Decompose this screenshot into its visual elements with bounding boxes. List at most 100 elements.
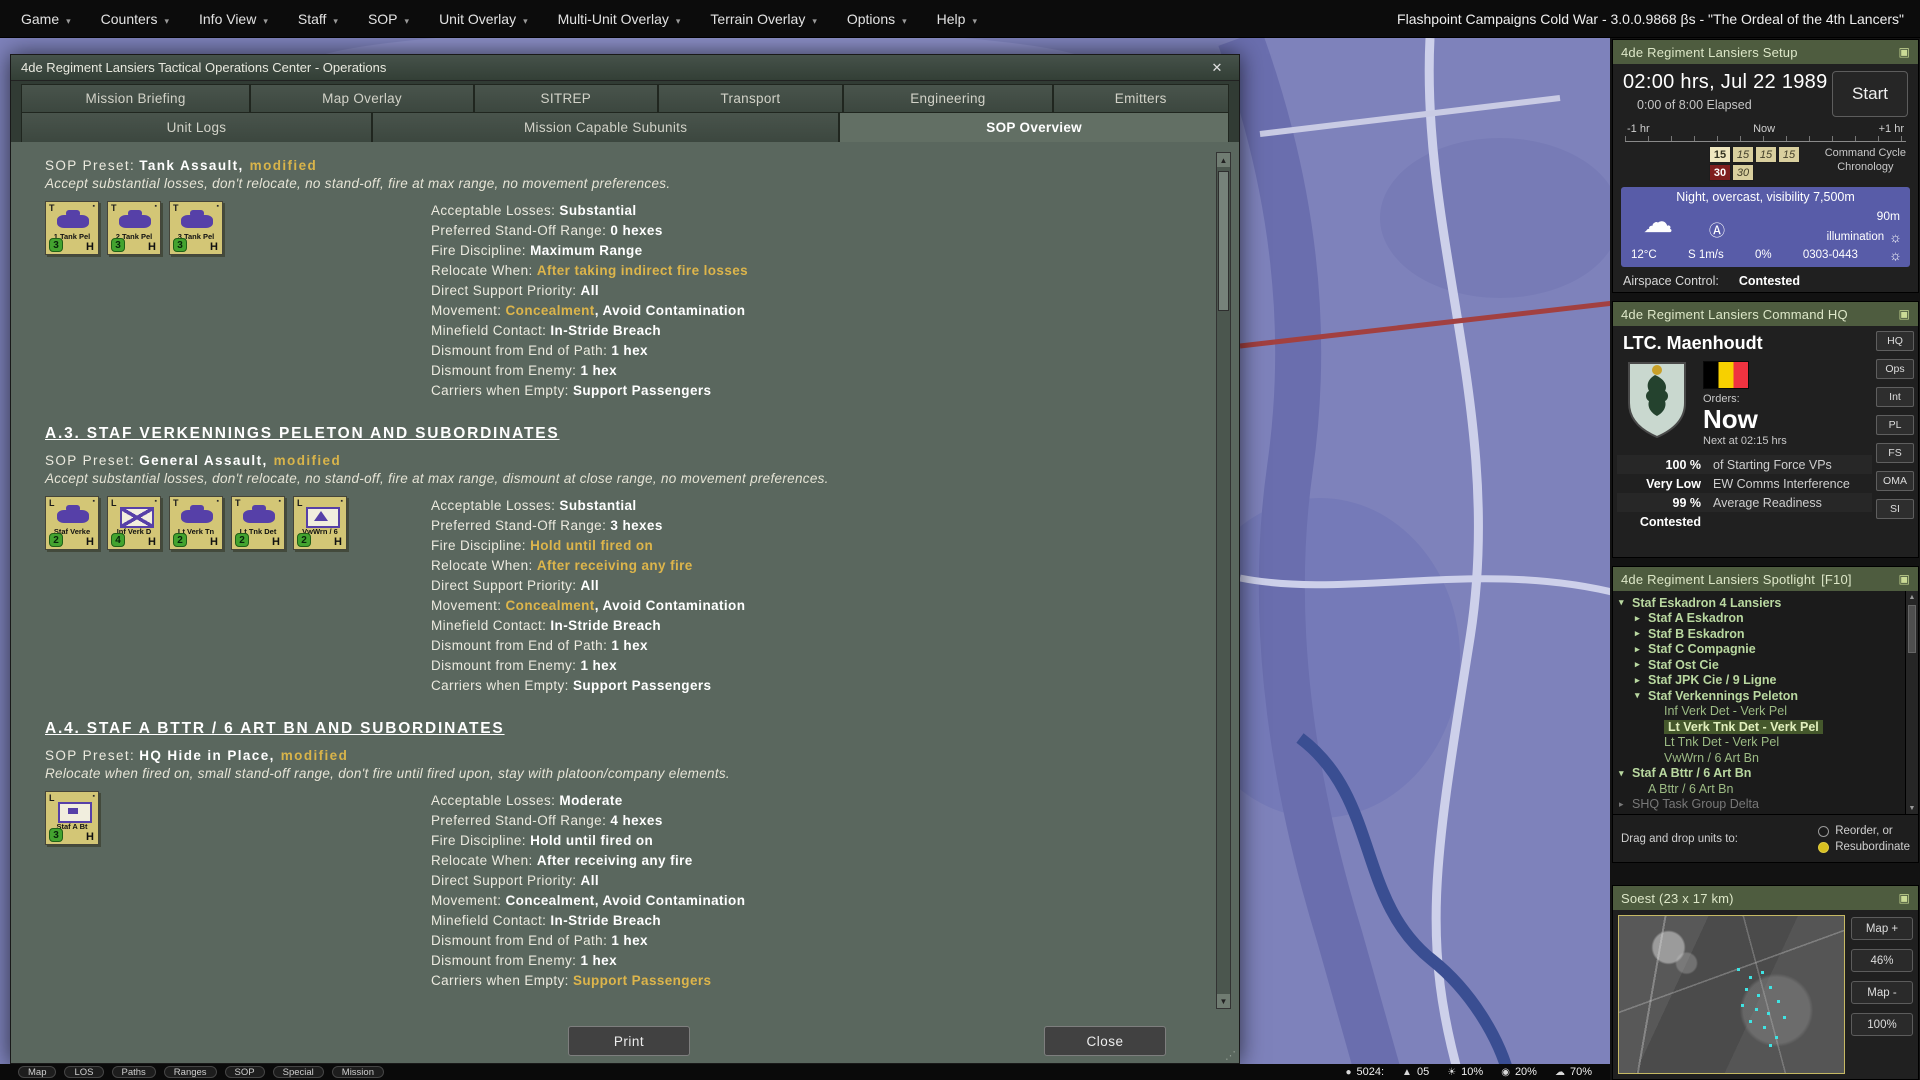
pl-button[interactable]: PL xyxy=(1876,415,1914,435)
tree-item[interactable]: ▸ Staf C Compagnie xyxy=(1619,642,1902,658)
scroll-up-icon[interactable] xyxy=(1906,591,1918,603)
statusbar-readout: ☀ 10% xyxy=(1447,1066,1483,1078)
print-button[interactable]: Print xyxy=(568,1026,690,1056)
tree-item[interactable]: A Bttr / 6 Art Bn xyxy=(1619,781,1902,797)
tree-item[interactable]: ▾ Staf Eskadron 4 Lansiers xyxy=(1619,595,1902,611)
spotlight-panel-body: ▾ Staf Eskadron 4 Lansiers ▸ Staf A Eska… xyxy=(1613,591,1918,862)
tab-engineering[interactable]: Engineering xyxy=(843,84,1052,112)
dialog-scrollbar[interactable] xyxy=(1216,152,1231,1009)
statusbar-map-button[interactable]: Map xyxy=(18,1066,56,1078)
unit-counter[interactable]: T ▪ 2 Tank Pel 3 H xyxy=(107,201,161,255)
ops-button[interactable]: Ops xyxy=(1876,359,1914,379)
reorder-radio[interactable]: Reorder, or xyxy=(1818,825,1910,837)
map-zoom-level-button[interactable]: 46% xyxy=(1851,949,1913,972)
tree-item[interactable]: Lt Verk Tnk Det - Verk Pel xyxy=(1619,719,1902,735)
statusbar-special-button[interactable]: Special xyxy=(273,1066,324,1078)
tree-expand-icon[interactable]: ▾ xyxy=(1635,690,1648,701)
scrollbar-thumb[interactable] xyxy=(1218,171,1229,311)
tree-expand-icon[interactable]: ▸ xyxy=(1619,799,1632,810)
tree-expand-icon[interactable]: ▾ xyxy=(1619,768,1632,779)
unit-counter[interactable]: T ▪ 1 Tank Pel 3 H xyxy=(45,201,99,255)
unit-counter[interactable]: L ▪ Staf A Bt 3 H xyxy=(45,791,99,845)
unit-counter[interactable]: L ▪ Staf Verke 2 H xyxy=(45,496,99,550)
int-button[interactable]: Int xyxy=(1876,387,1914,407)
cycle-box: 30 xyxy=(1732,164,1754,181)
fs-button[interactable]: FS xyxy=(1876,443,1914,463)
tree-item[interactable]: ▾ Staf A Bttr / 6 Art Bn xyxy=(1619,766,1902,782)
tree-expand-icon[interactable]: ▸ xyxy=(1635,613,1648,624)
menu-staff[interactable]: Staff xyxy=(283,0,353,37)
sop-preset-line: SOP Preset:HQ Hide in Place,modified xyxy=(45,748,1179,763)
resubordinate-radio[interactable]: Resubordinate xyxy=(1818,841,1910,853)
panel-detach-icon[interactable] xyxy=(1898,891,1910,905)
menu-info-view[interactable]: Info View xyxy=(184,0,283,37)
menu-counters[interactable]: Counters xyxy=(86,0,184,37)
unit-counter[interactable]: T ▪ Lt Tnk Det 2 H xyxy=(231,496,285,550)
tab-mission-briefing[interactable]: Mission Briefing xyxy=(21,84,250,112)
tree-item[interactable]: ▸ SHQ Task Group Delta xyxy=(1619,797,1902,813)
tree-item[interactable]: ▸ Staf B Eskadron xyxy=(1619,626,1902,642)
statusbar-mission-button[interactable]: Mission xyxy=(332,1066,384,1078)
menu-game[interactable]: Game xyxy=(6,0,86,37)
resize-grip-icon[interactable]: ⋰ xyxy=(1225,1049,1236,1062)
tab-mission-capable-subunits[interactable]: Mission Capable Subunits xyxy=(372,112,839,142)
tab-sitrep[interactable]: SITREP xyxy=(474,84,658,112)
tree-item[interactable]: ▸ Staf A Eskadron xyxy=(1619,611,1902,627)
statusbar-los-button[interactable]: LOS xyxy=(64,1066,103,1078)
unit-counter[interactable]: L ▪ Inf Verk D 4 H xyxy=(107,496,161,550)
tree-item[interactable]: Lt Tnk Det - Verk Pel xyxy=(1619,735,1902,751)
menu-unit-overlay[interactable]: Unit Overlay xyxy=(424,0,543,37)
tree-expand-icon[interactable]: ▸ xyxy=(1635,644,1648,655)
map-zoom-out-button[interactable]: Map - xyxy=(1851,981,1913,1004)
unit-counter[interactable]: T ▪ Lt Verk Tn 2 H xyxy=(169,496,223,550)
scroll-down-icon[interactable] xyxy=(1906,802,1918,814)
tab-sop-overview[interactable]: SOP Overview xyxy=(839,112,1229,142)
panel-detach-icon[interactable] xyxy=(1898,45,1910,59)
map-zoom-in-button[interactable]: Map + xyxy=(1851,917,1913,940)
tab-map-overlay[interactable]: Map Overlay xyxy=(250,84,474,112)
tree-item[interactable]: Inf Verk Det - Verk Pel xyxy=(1619,704,1902,720)
tree-item[interactable]: ▾ Staf Verkennings Peleton xyxy=(1619,688,1902,704)
tree-expand-icon[interactable]: ▸ xyxy=(1635,659,1648,670)
tree-expand-icon[interactable]: ▾ xyxy=(1619,597,1632,608)
statusbar-sop-button[interactable]: SOP xyxy=(225,1066,265,1078)
unit-counter[interactable]: T ▪ 3 Tank Pel 3 H xyxy=(169,201,223,255)
cycle-box: 15 xyxy=(1732,146,1754,163)
statusbar-paths-button[interactable]: Paths xyxy=(112,1066,156,1078)
hq-button-rail: HQ Ops Int PL FS OMA SI xyxy=(1876,331,1914,552)
tree-item[interactable]: VwWrn / 6 Art Bn xyxy=(1619,750,1902,766)
panel-detach-icon[interactable] xyxy=(1898,572,1910,586)
tree-item[interactable]: HQ 143 Field Bty RA xyxy=(1619,812,1902,814)
map-zoom-full-button[interactable]: 100% xyxy=(1851,1013,1913,1036)
si-button[interactable]: SI xyxy=(1876,499,1914,519)
menu-sop[interactable]: SOP xyxy=(353,0,424,37)
tree-item[interactable]: ▸ Staf Ost Cie xyxy=(1619,657,1902,673)
scroll-up-icon[interactable] xyxy=(1217,153,1230,167)
tree-expand-icon[interactable]: ▸ xyxy=(1635,675,1648,686)
hq-button[interactable]: HQ xyxy=(1876,331,1914,351)
close-button[interactable]: Close xyxy=(1044,1026,1166,1056)
tree-scrollbar[interactable] xyxy=(1905,591,1918,814)
oma-button[interactable]: OMA xyxy=(1876,471,1914,491)
tree-expand-icon[interactable]: ▸ xyxy=(1635,628,1648,639)
panel-detach-icon[interactable] xyxy=(1898,307,1910,321)
unit-strength-badge: 3 xyxy=(173,238,187,252)
tree-item[interactable]: ▸ Staf JPK Cie / 9 Ligne xyxy=(1619,673,1902,689)
dialog-titlebar[interactable]: 4de Regiment Lansiers Tactical Operation… xyxy=(11,55,1239,81)
menu-terrain-overlay[interactable]: Terrain Overlay xyxy=(695,0,831,37)
minimap[interactable] xyxy=(1618,915,1845,1074)
start-button[interactable]: Start xyxy=(1832,71,1908,117)
section-heading: A.4. STAF A BTTR / 6 ART BN AND SUBORDIN… xyxy=(45,720,1179,738)
menu-help[interactable]: Help xyxy=(922,0,992,37)
unit-counter[interactable]: L ▪ VwWrn / 6 2 H xyxy=(293,496,347,550)
menu-options[interactable]: Options xyxy=(832,0,922,37)
scrollbar-thumb[interactable] xyxy=(1908,605,1916,653)
scroll-down-icon[interactable] xyxy=(1217,994,1230,1008)
statusbar-ranges-button[interactable]: Ranges xyxy=(164,1066,217,1078)
tab-unit-logs[interactable]: Unit Logs xyxy=(21,112,372,142)
tab-transport[interactable]: Transport xyxy=(658,84,844,112)
close-icon[interactable]: ✕ xyxy=(1205,58,1229,78)
tab-emitters[interactable]: Emitters xyxy=(1053,84,1230,112)
tree-item-label: A Bttr / 6 Art Bn xyxy=(1648,782,1733,796)
menu-multi-unit-overlay[interactable]: Multi-Unit Overlay xyxy=(543,0,696,37)
